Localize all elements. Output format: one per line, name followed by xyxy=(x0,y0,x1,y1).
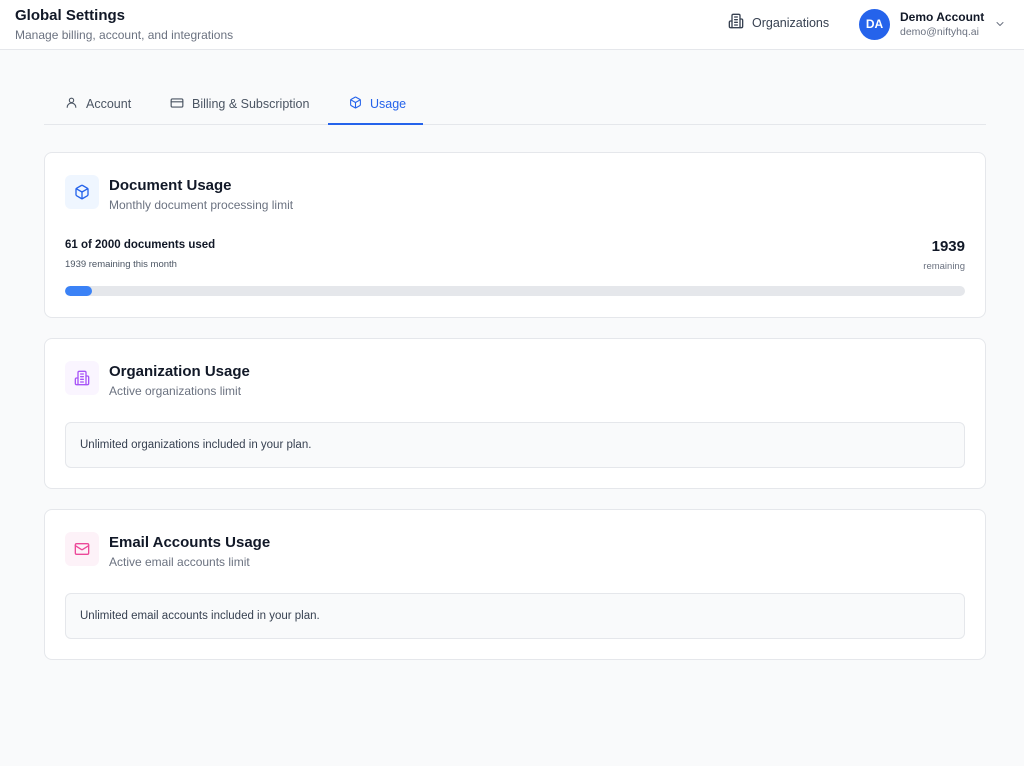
box-icon xyxy=(65,175,99,209)
organization-usage-text: Organization Usage Active organizations … xyxy=(109,363,250,398)
email-unlimited-notice: Unlimited email accounts included in you… xyxy=(65,593,965,639)
user-email: demo@niftyhq.ai xyxy=(900,25,979,38)
email-usage-card: Email Accounts Usage Active email accoun… xyxy=(44,509,986,660)
user-menu[interactable]: DA Demo Account demo@niftyhq.ai xyxy=(859,8,1006,40)
document-usage-text: Document Usage Monthly document processi… xyxy=(109,177,293,212)
document-usage-description: Monthly document processing limit xyxy=(109,198,294,212)
organization-usage-header: Organization Usage Active organizations … xyxy=(65,361,250,398)
building-icon xyxy=(65,361,99,395)
document-usage-header: Document Usage Monthly document processi… xyxy=(65,175,293,212)
top-bar: Global Settings Manage billing, account,… xyxy=(0,0,1024,50)
organization-unlimited-notice: Unlimited organizations included in your… xyxy=(65,422,965,468)
avatar: DA xyxy=(859,8,890,40)
email-usage-title: Email Accounts Usage xyxy=(109,534,271,551)
building-icon xyxy=(728,13,744,34)
documents-remaining-text: 1939 remaining this month xyxy=(65,259,177,270)
organization-usage-description: Active organizations limit xyxy=(109,384,242,398)
mail-icon xyxy=(65,532,99,566)
page-title: Global Settings xyxy=(15,7,126,24)
box-icon xyxy=(349,96,362,112)
tab-account[interactable]: Account xyxy=(65,84,151,124)
title-block: Global Settings Manage billing, account,… xyxy=(15,7,233,42)
tab-usage[interactable]: Usage xyxy=(328,84,423,125)
email-usage-header: Email Accounts Usage Active email accoun… xyxy=(65,532,270,569)
document-usage-card: Document Usage Monthly document processi… xyxy=(44,152,986,318)
tab-billing-label: Billing & Subscription xyxy=(192,97,310,111)
tab-billing[interactable]: Billing & Subscription xyxy=(170,84,330,124)
tab-usage-label: Usage xyxy=(370,97,407,111)
settings-tabs: Account Billing & Subscription Usage xyxy=(44,84,986,125)
documents-used-text: 61 of 2000 documents used xyxy=(65,239,216,251)
user-name: Demo Account xyxy=(900,9,985,24)
credit-card-icon xyxy=(170,96,184,113)
remaining-label: remaining xyxy=(923,261,965,272)
organization-usage-card: Organization Usage Active organizations … xyxy=(44,338,986,489)
user-icon xyxy=(65,96,78,112)
organizations-label: Organizations xyxy=(752,16,830,30)
page-subtitle: Manage billing, account, and integration… xyxy=(15,28,234,42)
organizations-link[interactable]: Organizations xyxy=(728,13,829,33)
organization-usage-title: Organization Usage xyxy=(109,363,250,380)
usage-progress-bar xyxy=(65,286,965,296)
document-usage-title: Document Usage xyxy=(109,177,232,194)
email-usage-text: Email Accounts Usage Active email accoun… xyxy=(109,534,270,569)
email-usage-description: Active email accounts limit xyxy=(109,555,250,569)
usage-progress-fill xyxy=(65,286,93,296)
remaining-count: 1939 xyxy=(931,238,965,255)
chevron-down-icon xyxy=(994,18,1006,30)
tab-account-label: Account xyxy=(86,97,132,111)
user-info: Demo Account demo@niftyhq.ai xyxy=(900,10,984,39)
